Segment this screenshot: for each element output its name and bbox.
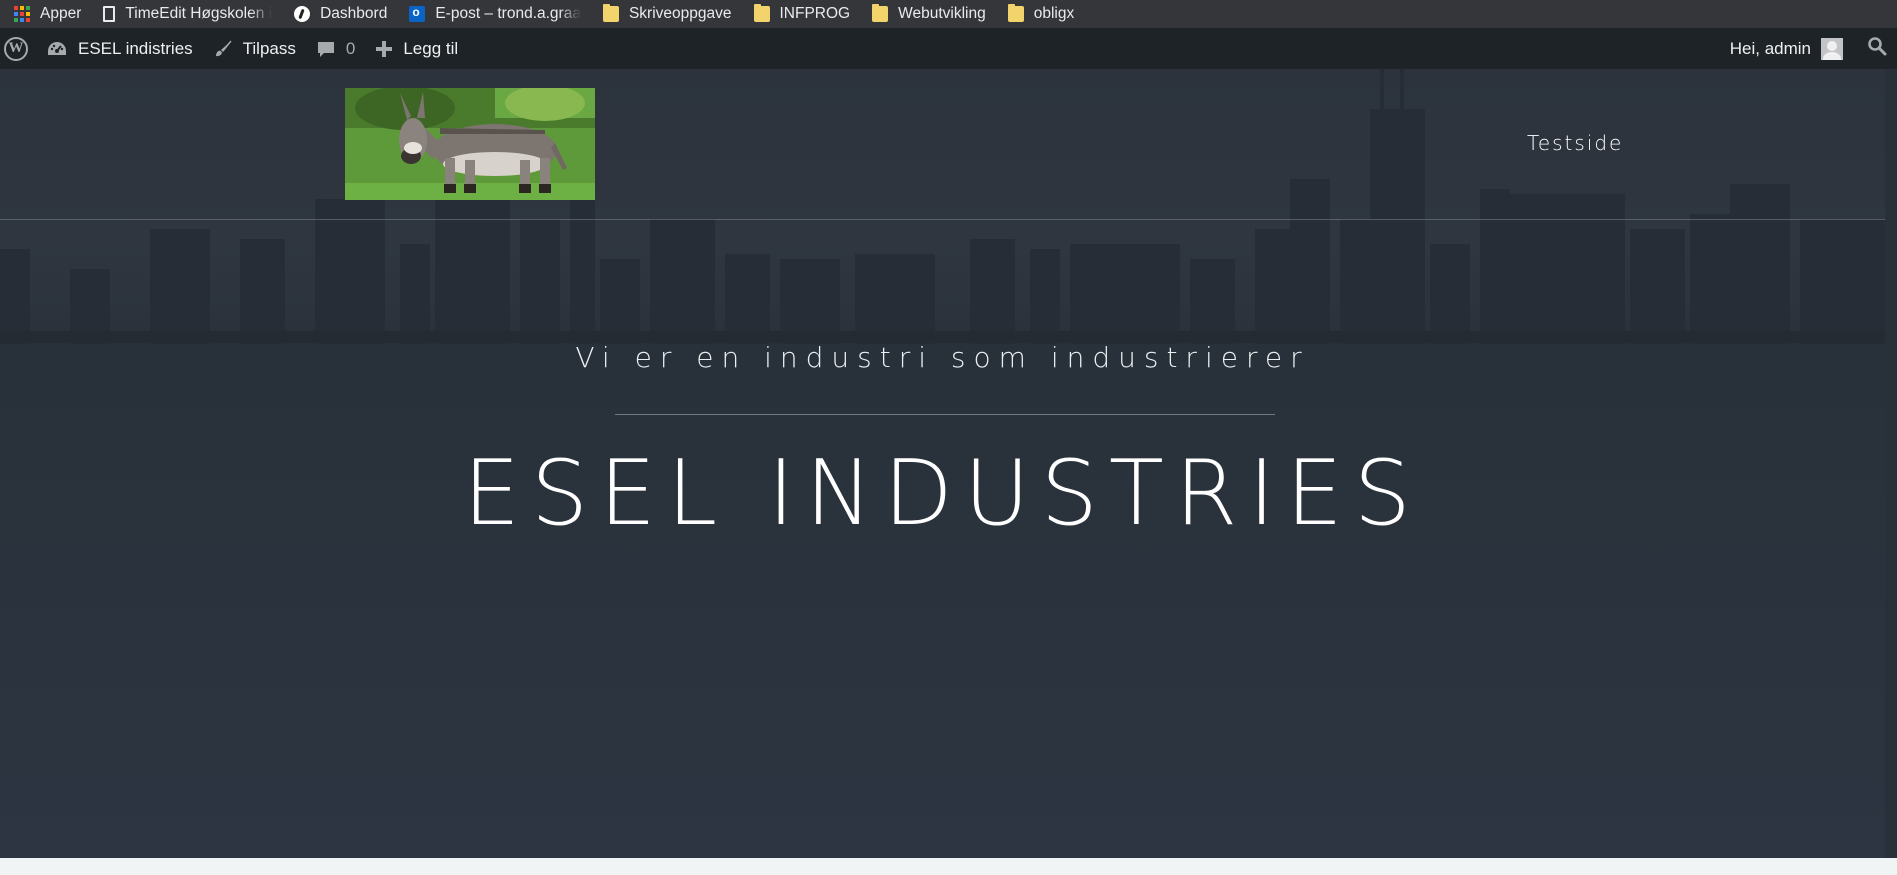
dashboard-gauge-icon bbox=[46, 40, 68, 58]
title-divider bbox=[615, 414, 1275, 415]
site-logo-donkey[interactable] bbox=[345, 88, 595, 200]
nav-link-testside[interactable]: Testside bbox=[1527, 131, 1623, 155]
bookmark-dashboard[interactable]: Dashbord bbox=[294, 0, 387, 28]
comment-bubble-icon bbox=[316, 39, 336, 59]
bookmark-label: Dashbord bbox=[320, 5, 388, 22]
avatar bbox=[1821, 37, 1843, 60]
bookmark-folder-obligx[interactable]: obligx bbox=[1007, 0, 1075, 28]
wp-admin-bar: W ESEL indistries Tilpass 0 Legg til Hei… bbox=[0, 28, 1897, 69]
site-name-label: ESEL indistries bbox=[78, 38, 193, 58]
bookmark-label: obligx bbox=[1033, 5, 1075, 22]
bookmark-apps[interactable]: Apper bbox=[14, 0, 81, 28]
bookmark-epost[interactable]: E-post – trond.a.graa bbox=[409, 0, 581, 28]
comments-count: 0 bbox=[345, 38, 356, 58]
paintbrush-icon bbox=[213, 39, 233, 59]
page-content-top bbox=[0, 858, 1897, 875]
bookmark-folder-webutvikling[interactable]: Webutvikling bbox=[872, 0, 986, 28]
header-divider bbox=[0, 219, 1885, 220]
wordpress-logo-icon: W bbox=[4, 36, 28, 61]
greeting-label: Hei, admin bbox=[1729, 38, 1811, 58]
folder-icon bbox=[753, 4, 770, 22]
apps-grid-icon bbox=[14, 6, 30, 22]
hero-section: Testside Vi er en industri som industrie… bbox=[0, 69, 1897, 858]
search-icon bbox=[1867, 36, 1887, 61]
search-toggle[interactable] bbox=[1857, 28, 1897, 69]
new-content-label: Legg til bbox=[403, 38, 459, 58]
my-account-menu[interactable]: Hei, admin bbox=[1720, 28, 1857, 69]
folder-icon bbox=[602, 4, 619, 22]
page-icon bbox=[103, 6, 116, 22]
bookmark-folder-skriveoppgave[interactable]: Skriveoppgave bbox=[602, 0, 732, 28]
wp-logo-menu[interactable]: W bbox=[0, 28, 36, 69]
site-tagline: Vi er en industri som industrierer bbox=[575, 341, 1310, 374]
bookmark-label: Webutvikling bbox=[898, 5, 986, 22]
bookmark-label: TimeEdit Høgskolen i bbox=[125, 5, 273, 22]
site-title: ESEL INDUSTRIES bbox=[463, 441, 1422, 546]
bookmark-timeedit[interactable]: TimeEdit Høgskolen i bbox=[103, 0, 272, 28]
dashboard-icon bbox=[294, 6, 311, 22]
site-name-menu[interactable]: ESEL indistries bbox=[36, 28, 203, 69]
customize-link[interactable]: Tilpass bbox=[203, 28, 306, 69]
bookmark-label: Skriveoppgave bbox=[628, 5, 732, 22]
bookmark-label: INFPROG bbox=[779, 5, 851, 22]
bookmark-label: Apper bbox=[40, 5, 82, 22]
admin-bar-secondary: Hei, admin bbox=[1720, 28, 1897, 69]
bookmarks-bar: Apper TimeEdit Høgskolen i Dashbord E-po… bbox=[0, 0, 1897, 28]
folder-icon bbox=[1007, 4, 1024, 22]
comments-link[interactable]: 0 bbox=[306, 28, 365, 69]
new-content-menu[interactable]: Legg til bbox=[365, 28, 468, 69]
plus-icon bbox=[375, 40, 393, 58]
bookmark-label: E-post – trond.a.graa bbox=[435, 5, 581, 22]
customize-label: Tilpass bbox=[242, 38, 296, 58]
folder-icon bbox=[872, 4, 889, 22]
outlook-icon bbox=[409, 5, 426, 22]
scrollbar[interactable] bbox=[1885, 69, 1897, 858]
bookmark-folder-infprog[interactable]: INFPROG bbox=[753, 0, 851, 28]
